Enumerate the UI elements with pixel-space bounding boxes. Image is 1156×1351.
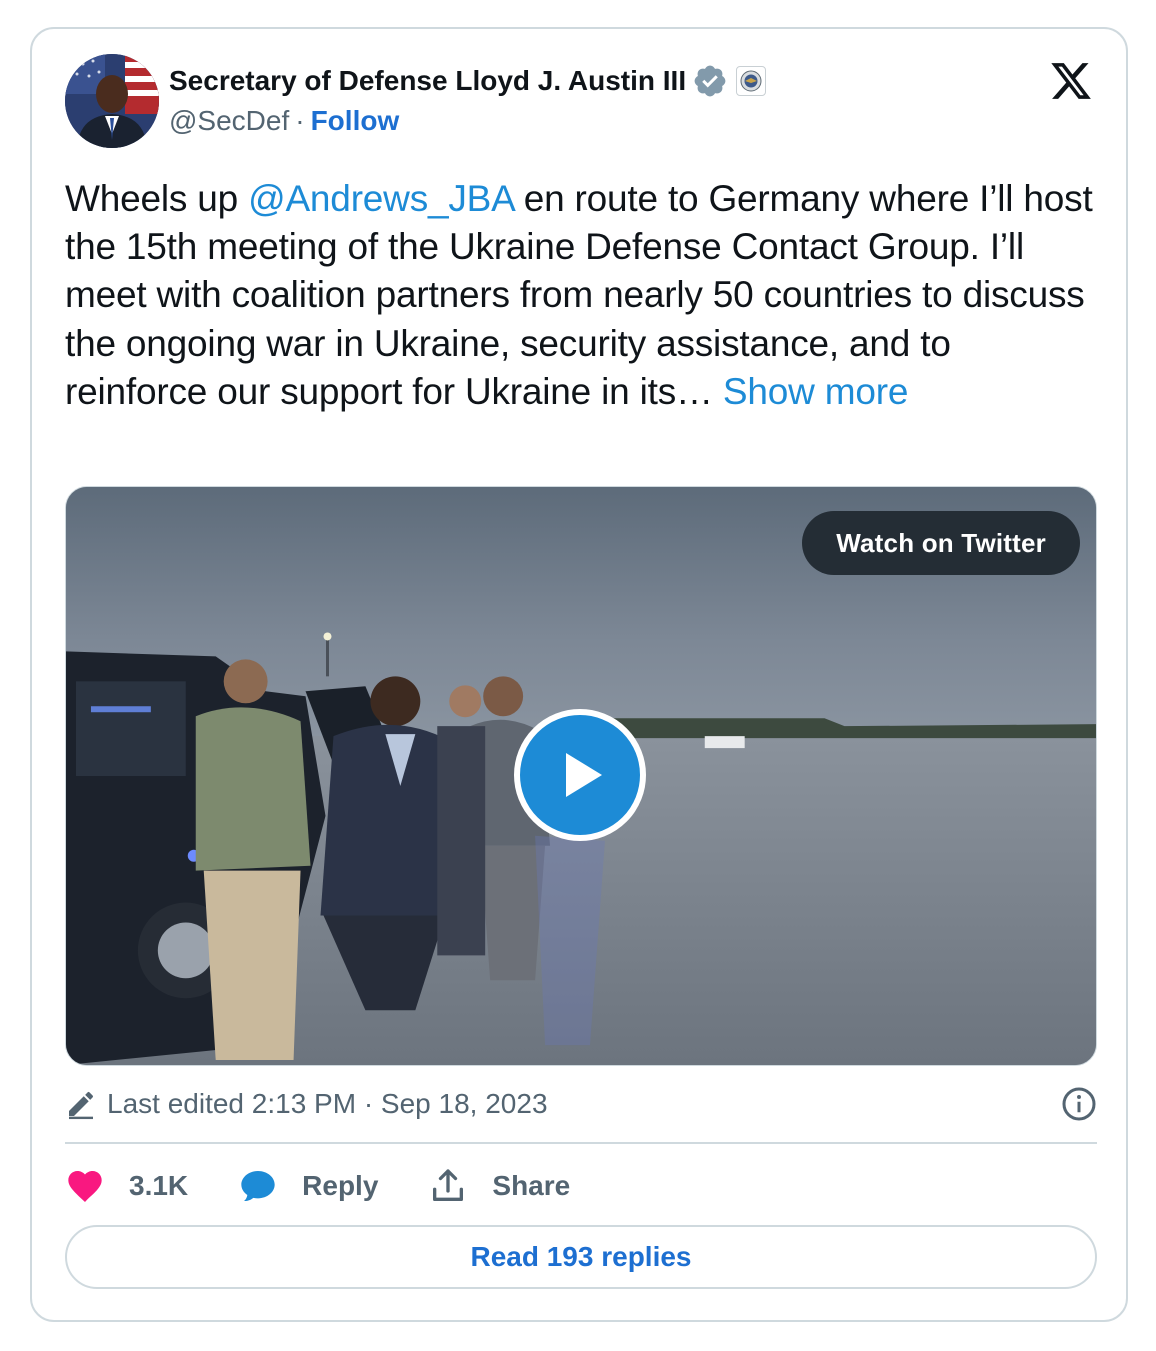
play-button[interactable] [514,709,646,841]
share-button[interactable]: Share [428,1166,570,1206]
author-name[interactable]: Secretary of Defense Lloyd J. Austin III [169,65,686,97]
reply-button[interactable]: Reply [238,1166,378,1206]
handle-row: @SecDef · Follow [169,105,399,137]
reply-label: Reply [302,1170,379,1201]
watch-on-twitter-button[interactable]: Watch on Twitter [802,511,1080,575]
like-button[interactable]: 3.1K [65,1166,188,1206]
edited-timestamp[interactable]: Last edited 2:13 PM · Sep 18, 2023 [107,1088,548,1120]
follow-button[interactable]: Follow [311,105,400,137]
edited-meta-row: Last edited 2:13 PM · Sep 18, 2023 [65,1084,1097,1124]
tweet-text-start: Wheels up [65,178,249,219]
share-icon [433,1169,464,1201]
divider [65,1142,1097,1144]
like-count: 3.1K [129,1170,189,1201]
tweet-text: Wheels up @Andrews_JBA en route to Germa… [65,175,1095,416]
separator: · [295,105,305,136]
pencil-icon [69,1091,94,1120]
verified-badge-icon [694,65,726,97]
dod-seal-icon[interactable] [736,66,767,96]
play-icon [566,753,602,797]
share-label: Share [492,1170,571,1201]
avatar[interactable] [65,54,159,148]
tweet-card: Secretary of Defense Lloyd J. Austin III… [30,27,1128,1322]
heart-icon [68,1171,102,1202]
author-handle[interactable]: @SecDef [169,105,289,137]
info-icon[interactable] [1061,1086,1097,1122]
x-logo-icon[interactable] [1047,59,1095,103]
author-name-row: Secretary of Defense Lloyd J. Austin III [169,59,767,103]
show-more-link[interactable]: Show more [723,371,909,412]
action-bar: 3.1K Reply Share [65,1164,620,1208]
read-replies-button[interactable]: Read 193 replies [65,1225,1097,1289]
reply-bubble-icon [241,1171,275,1202]
video-thumbnail[interactable]: Watch on Twitter [65,486,1097,1066]
mention-link[interactable]: @Andrews_JBA [248,178,514,219]
